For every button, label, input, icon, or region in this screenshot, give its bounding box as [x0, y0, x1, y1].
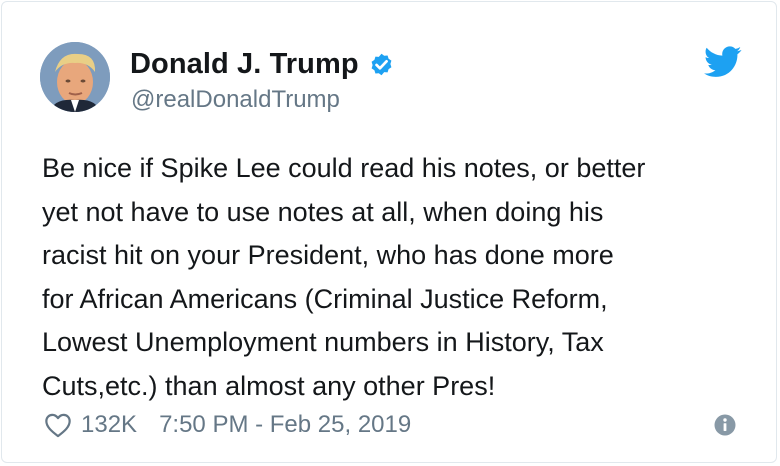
verified-badge-icon	[368, 51, 395, 78]
info-icon[interactable]	[714, 414, 736, 436]
author-display-name[interactable]: Donald J. Trump	[130, 48, 359, 81]
twitter-bird-icon[interactable]	[704, 46, 742, 78]
avatar[interactable]	[40, 42, 110, 112]
tweet-text-line: Cuts,etc.) than almost any other Pres!	[42, 370, 496, 401]
tweet-text-line: yet not have to use notes at all, when d…	[42, 196, 604, 227]
tweet-text-line: for African Americans (Criminal Justice …	[42, 283, 608, 314]
tweet-text: Be nice if Spike Lee could read his note…	[42, 147, 758, 408]
like-count[interactable]: 132K	[81, 411, 137, 439]
tweet-text-line: Be nice if Spike Lee could read his note…	[42, 153, 646, 183]
tweet-text-line: Lowest Unemployment numbers in History, …	[42, 327, 604, 357]
author-handle[interactable]: @realDonaldTrump	[131, 86, 340, 114]
heart-icon[interactable]	[44, 412, 72, 438]
tweet-timestamp[interactable]: 7:50 PM - Feb 25, 2019	[159, 411, 411, 439]
tweet-card: Donald J. Trump @realDonaldTrump Be nice…	[1, 1, 777, 463]
tweet-footer: 132K 7:50 PM - Feb 25, 2019	[44, 408, 411, 442]
tweet-text-line: racist hit on your President, who has do…	[42, 240, 614, 270]
author-name-row: Donald J. Trump	[130, 44, 395, 84]
